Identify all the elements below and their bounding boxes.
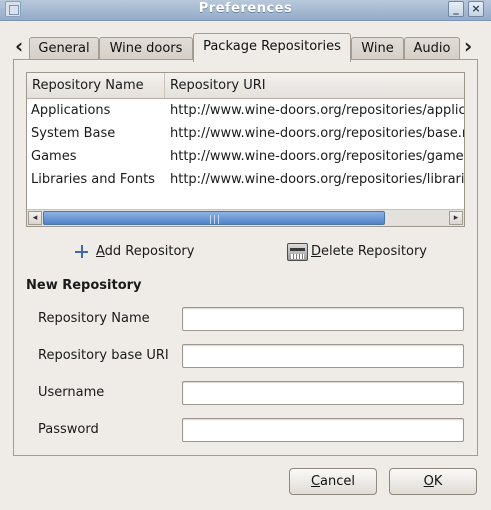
repository-table[interactable]: Repository Name Repository URI Applicati… [26, 72, 465, 227]
repository-uri-cell: http://www.wine-doors.org/repositories/b… [170, 126, 465, 141]
table-header: Repository Name Repository URI [27, 73, 464, 99]
repository-name-cell: System Base [31, 126, 116, 141]
tab-scroll-left-icon[interactable]: ‹ [15, 36, 23, 56]
tab-scroll-right-icon[interactable]: › [464, 36, 472, 56]
title-bar[interactable]: Preferences _ × [0, 0, 491, 21]
tab-package-repositories[interactable]: Package Repositories [193, 33, 351, 62]
new-repository-heading: New Repository [26, 278, 142, 293]
repository-uri-label: Repository base URI [38, 348, 169, 363]
password-label: Password [38, 422, 99, 437]
scrollbar-thumb[interactable]: ||| [43, 211, 385, 225]
grip-icon: ||| [209, 215, 222, 225]
scroll-right-icon[interactable]: ▸ [449, 211, 463, 225]
plus-icon [74, 244, 90, 260]
username-input[interactable] [182, 381, 464, 405]
repository-name-cell: Games [31, 149, 77, 164]
window-title: Preferences [198, 1, 293, 16]
repository-name-input[interactable] [182, 307, 464, 331]
repository-uri-cell: http://www.wine-doors.org/repositories/l… [170, 172, 465, 187]
username-label: Username [38, 385, 105, 400]
password-input[interactable] [182, 418, 464, 442]
table-row[interactable]: System Base http://www.wine-doors.org/re… [27, 122, 464, 145]
repository-name-cell: Applications [31, 103, 111, 118]
shredder-icon [287, 243, 308, 261]
column-header-name[interactable]: Repository Name [27, 73, 165, 98]
table-row[interactable]: Applications http://www.wine-doors.org/r… [27, 99, 464, 122]
repository-name-cell: Libraries and Fonts [31, 172, 155, 187]
repository-uri-cell: http://www.wine-doors.org/repositories/g… [170, 149, 464, 164]
cancel-button[interactable]: Cancel [289, 468, 377, 495]
add-repository-label: Add Repository [96, 244, 195, 259]
delete-repository-label: Delete Repository [311, 244, 427, 259]
repository-name-label: Repository Name [38, 311, 150, 326]
scroll-left-icon[interactable]: ◂ [28, 211, 42, 225]
column-header-uri[interactable]: Repository URI [165, 73, 464, 98]
table-row[interactable]: Games http://www.wine-doors.org/reposito… [27, 145, 464, 168]
horizontal-scrollbar[interactable]: ◂ ||| ▸ [27, 209, 464, 226]
minimize-button[interactable]: _ [448, 1, 464, 17]
close-button[interactable]: × [468, 1, 484, 17]
repository-uri-input[interactable] [182, 344, 464, 368]
repository-uri-cell: http://www.wine-doors.org/repositories/a… [170, 103, 465, 118]
table-row[interactable]: Libraries and Fonts http://www.wine-door… [27, 168, 464, 191]
ok-button[interactable]: OK [389, 468, 477, 495]
